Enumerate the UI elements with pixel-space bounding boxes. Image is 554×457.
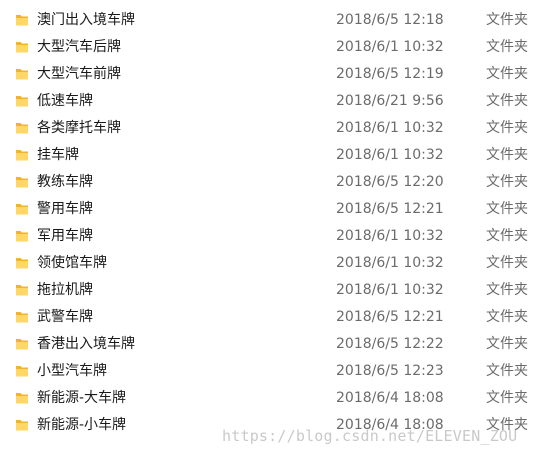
- item-type: 文件夹: [486, 174, 528, 190]
- folder-row[interactable]: 大型汽车前牌 2018/6/5 12:19 文件夹: [0, 61, 554, 88]
- folder-name: 武警车牌: [37, 309, 93, 325]
- folder-name: 教练车牌: [37, 174, 93, 190]
- modified-date: 2018/6/1 10:32: [336, 228, 444, 244]
- folder-name: 大型汽车后牌: [37, 39, 121, 55]
- folder-name: 警用车牌: [37, 201, 93, 217]
- folder-name: 挂车牌: [37, 147, 79, 163]
- modified-date: 2018/6/1 10:32: [336, 282, 444, 298]
- item-type: 文件夹: [486, 255, 528, 271]
- folder-row[interactable]: 新能源-大车牌 2018/6/4 18:08 文件夹: [0, 385, 554, 412]
- folder-row[interactable]: 军用车牌 2018/6/1 10:32 文件夹: [0, 223, 554, 250]
- folder-icon: [15, 121, 29, 135]
- folder-name: 大型汽车前牌: [37, 66, 121, 82]
- folder-name: 澳门出入境车牌: [37, 12, 135, 28]
- modified-date: 2018/6/21 9:56: [336, 93, 444, 109]
- item-type: 文件夹: [486, 282, 528, 298]
- folder-name: 香港出入境车牌: [37, 336, 135, 352]
- item-type: 文件夹: [486, 120, 528, 136]
- folder-row[interactable]: 小型汽车牌 2018/6/5 12:23 文件夹: [0, 358, 554, 385]
- folder-name: 领使馆车牌: [37, 255, 107, 271]
- item-type: 文件夹: [486, 309, 528, 325]
- folder-row[interactable]: 教练车牌 2018/6/5 12:20 文件夹: [0, 169, 554, 196]
- folder-icon: [15, 364, 29, 378]
- folder-row[interactable]: 领使馆车牌 2018/6/1 10:32 文件夹: [0, 250, 554, 277]
- folder-name: 低速车牌: [37, 93, 93, 109]
- folder-icon: [15, 391, 29, 405]
- item-type: 文件夹: [486, 201, 528, 217]
- modified-date: 2018/6/1 10:32: [336, 147, 444, 163]
- item-type: 文件夹: [486, 93, 528, 109]
- modified-date: 2018/6/1 10:32: [336, 255, 444, 271]
- file-list: 澳门出入境车牌 2018/6/5 12:18 文件夹 大型汽车后牌 2018/6…: [0, 7, 554, 439]
- folder-icon: [15, 67, 29, 81]
- watermark-text: https://blog.csdn.net/ELEVEN_ZOU: [222, 427, 518, 445]
- folder-icon: [15, 148, 29, 162]
- modified-date: 2018/6/5 12:21: [336, 309, 444, 325]
- modified-date: 2018/6/5 12:18: [336, 12, 444, 28]
- item-type: 文件夹: [486, 228, 528, 244]
- modified-date: 2018/6/5 12:20: [336, 174, 444, 190]
- folder-icon: [15, 13, 29, 27]
- modified-date: 2018/6/4 18:08: [336, 390, 444, 406]
- folder-name: 小型汽车牌: [37, 363, 107, 379]
- folder-icon: [15, 40, 29, 54]
- item-type: 文件夹: [486, 390, 528, 406]
- item-type: 文件夹: [486, 363, 528, 379]
- folder-row[interactable]: 各类摩托车牌 2018/6/1 10:32 文件夹: [0, 115, 554, 142]
- folder-icon: [15, 256, 29, 270]
- modified-date: 2018/6/5 12:23: [336, 363, 444, 379]
- folder-row[interactable]: 挂车牌 2018/6/1 10:32 文件夹: [0, 142, 554, 169]
- folder-icon: [15, 283, 29, 297]
- folder-name: 各类摩托车牌: [37, 120, 121, 136]
- modified-date: 2018/6/5 12:21: [336, 201, 444, 217]
- folder-icon: [15, 202, 29, 216]
- folder-row[interactable]: 大型汽车后牌 2018/6/1 10:32 文件夹: [0, 34, 554, 61]
- modified-date: 2018/6/1 10:32: [336, 39, 444, 55]
- folder-icon: [15, 310, 29, 324]
- modified-date: 2018/6/1 10:32: [336, 120, 444, 136]
- folder-icon: [15, 337, 29, 351]
- folder-row[interactable]: 澳门出入境车牌 2018/6/5 12:18 文件夹: [0, 7, 554, 34]
- folder-row[interactable]: 低速车牌 2018/6/21 9:56 文件夹: [0, 88, 554, 115]
- folder-row[interactable]: 香港出入境车牌 2018/6/5 12:22 文件夹: [0, 331, 554, 358]
- folder-name: 军用车牌: [37, 228, 93, 244]
- modified-date: 2018/6/5 12:19: [336, 66, 444, 82]
- folder-row[interactable]: 拖拉机牌 2018/6/1 10:32 文件夹: [0, 277, 554, 304]
- item-type: 文件夹: [486, 66, 528, 82]
- item-type: 文件夹: [486, 336, 528, 352]
- folder-name: 拖拉机牌: [37, 282, 93, 298]
- folder-icon: [15, 175, 29, 189]
- folder-icon: [15, 418, 29, 432]
- folder-name: 新能源-大车牌: [37, 390, 127, 406]
- modified-date: 2018/6/5 12:22: [336, 336, 444, 352]
- item-type: 文件夹: [486, 12, 528, 28]
- folder-icon: [15, 229, 29, 243]
- folder-row[interactable]: 警用车牌 2018/6/5 12:21 文件夹: [0, 196, 554, 223]
- item-type: 文件夹: [486, 39, 528, 55]
- folder-name: 新能源-小车牌: [37, 417, 127, 433]
- folder-icon: [15, 94, 29, 108]
- folder-row[interactable]: 武警车牌 2018/6/5 12:21 文件夹: [0, 304, 554, 331]
- item-type: 文件夹: [486, 147, 528, 163]
